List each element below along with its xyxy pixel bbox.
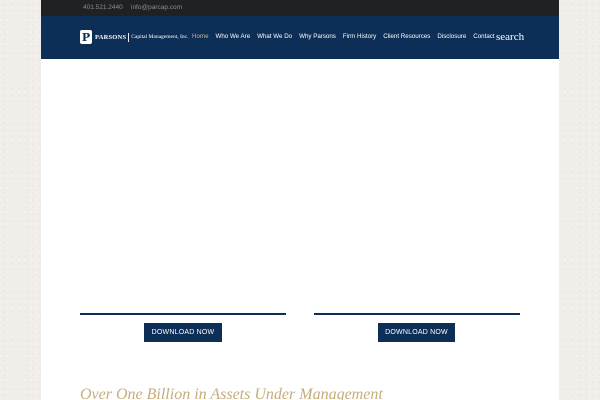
nav-item-home[interactable]: Home <box>192 33 209 40</box>
logo[interactable]: P PARSONS Capital Management, Inc. <box>80 29 188 45</box>
logo-name: PARSONS <box>95 33 127 41</box>
nav-item-client-resources[interactable]: Client Resources <box>383 33 430 40</box>
nav-item-who-we-are[interactable]: Who We Are <box>216 33 251 40</box>
download-now-button-right[interactable]: DOWNLOAD NOW <box>378 323 455 342</box>
page: 401.521.2440 info@parcap.com P PARSONS C… <box>41 0 559 400</box>
primary-nav: Home Who We Are What We Do Why Parsons F… <box>192 33 502 40</box>
main-header: P PARSONS Capital Management, Inc. Home … <box>41 16 559 59</box>
phone-link[interactable]: 401.521.2440 <box>83 4 123 11</box>
nav-item-why-parsons[interactable]: Why Parsons <box>299 33 336 40</box>
logo-badge-icon: P <box>80 30 92 44</box>
nav-item-disclosure[interactable]: Disclosure <box>437 33 466 40</box>
download-now-button-left[interactable]: DOWNLOAD NOW <box>144 323 222 342</box>
hero-area <box>41 59 559 313</box>
logo-subtitle: Capital Management, Inc. <box>131 34 189 40</box>
email-link[interactable]: info@parcap.com <box>131 4 182 11</box>
nav-item-what-we-do[interactable]: What We Do <box>257 33 292 40</box>
assets-tagline: Over One Billion in Assets Under Managem… <box>80 386 383 400</box>
nav-item-firm-history[interactable]: Firm History <box>343 33 376 40</box>
left-divider <box>80 313 286 315</box>
top-contact-bar: 401.521.2440 info@parcap.com <box>41 0 559 16</box>
search-link[interactable]: search <box>496 31 524 43</box>
nav-item-contact[interactable]: Contact <box>473 33 494 40</box>
right-divider <box>314 313 520 315</box>
logo-separator <box>128 32 130 42</box>
